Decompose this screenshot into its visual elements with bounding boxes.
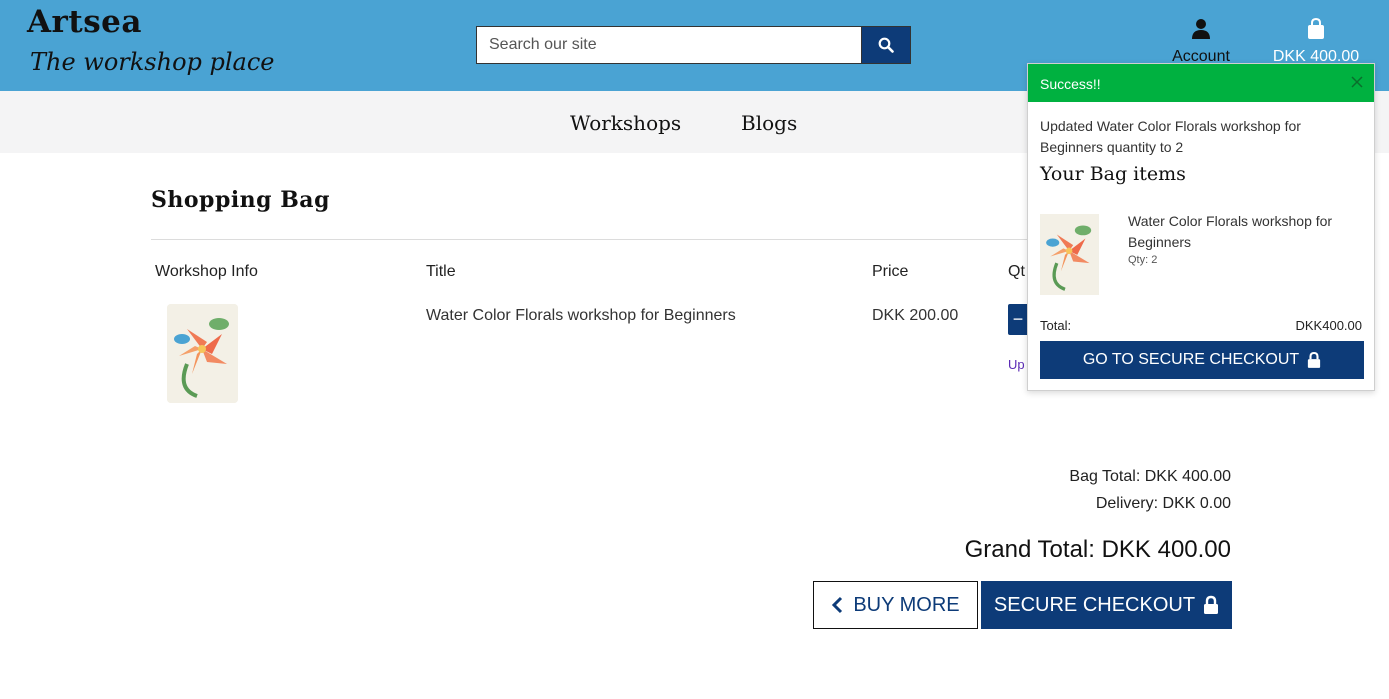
- update-qty-link[interactable]: Up: [1008, 357, 1025, 372]
- toast-title: Success!!: [1040, 76, 1101, 92]
- buy-more-button[interactable]: BUY MORE: [813, 581, 978, 629]
- success-toast: Success!! Updated Water Color Florals wo…: [1027, 63, 1375, 391]
- search-input[interactable]: [476, 26, 862, 64]
- lock-icon: [1204, 595, 1219, 614]
- toast-message: Updated Water Color Florals workshop for…: [1040, 118, 1301, 155]
- toast-item-qty: Qty: 2: [1128, 254, 1158, 266]
- nav-blogs[interactable]: Blogs: [741, 111, 797, 135]
- delivery-cost: Delivery: DKK 0.00: [1095, 495, 1231, 512]
- column-header-qty: Qt: [1008, 263, 1025, 280]
- search-button[interactable]: [861, 26, 911, 64]
- shopping-bag-icon: [1308, 17, 1324, 39]
- lock-icon: [1308, 351, 1321, 368]
- secure-checkout-label: SECURE CHECKOUT: [993, 593, 1196, 616]
- toast-subtitle: Your Bag items: [1040, 163, 1186, 185]
- close-icon: [1351, 76, 1363, 88]
- toast-item-image: [1040, 214, 1099, 295]
- bag-total: Bag Total: DKK 400.00: [1069, 468, 1231, 485]
- page-title: Shopping Bag: [151, 187, 330, 213]
- search-form: [476, 26, 911, 64]
- toast-close-button[interactable]: [1348, 73, 1366, 91]
- toast-total-label: Total:: [1040, 318, 1072, 333]
- decrement-qty-button[interactable]: −: [1008, 304, 1028, 335]
- user-icon: [1192, 19, 1210, 39]
- nav-workshops[interactable]: Workshops: [570, 111, 681, 135]
- column-header-title: Title: [426, 263, 456, 280]
- buy-more-label: BUY MORE: [853, 593, 960, 616]
- brand-logo[interactable]: Artsea: [27, 4, 142, 40]
- column-header-info: Workshop Info: [155, 263, 258, 280]
- grand-total: Grand Total: DKK 400.00: [964, 536, 1231, 563]
- search-icon: [878, 37, 894, 53]
- brand-tagline: The workshop place: [30, 48, 275, 76]
- account-menu[interactable]: Account: [1164, 18, 1238, 66]
- column-header-price: Price: [872, 263, 909, 280]
- toast-item-title: Water Color Florals workshop for Beginne…: [1128, 213, 1333, 250]
- toast-checkout-label: GO TO SECURE CHECKOUT: [1082, 351, 1300, 368]
- workshop-price: DKK 200.00: [872, 307, 959, 324]
- workshop-image[interactable]: [167, 304, 238, 403]
- chevron-left-icon: [832, 596, 843, 614]
- shopping-bag-link[interactable]: DKK 400.00: [1266, 17, 1366, 66]
- workshop-title[interactable]: Water Color Florals workshop for Beginne…: [426, 307, 736, 325]
- toast-total-value: DKK400.00: [1295, 318, 1363, 333]
- toast-checkout-button[interactable]: GO TO SECURE CHECKOUT: [1040, 341, 1364, 379]
- secure-checkout-button[interactable]: SECURE CHECKOUT: [981, 581, 1232, 629]
- toast-header: Success!!: [1028, 64, 1374, 102]
